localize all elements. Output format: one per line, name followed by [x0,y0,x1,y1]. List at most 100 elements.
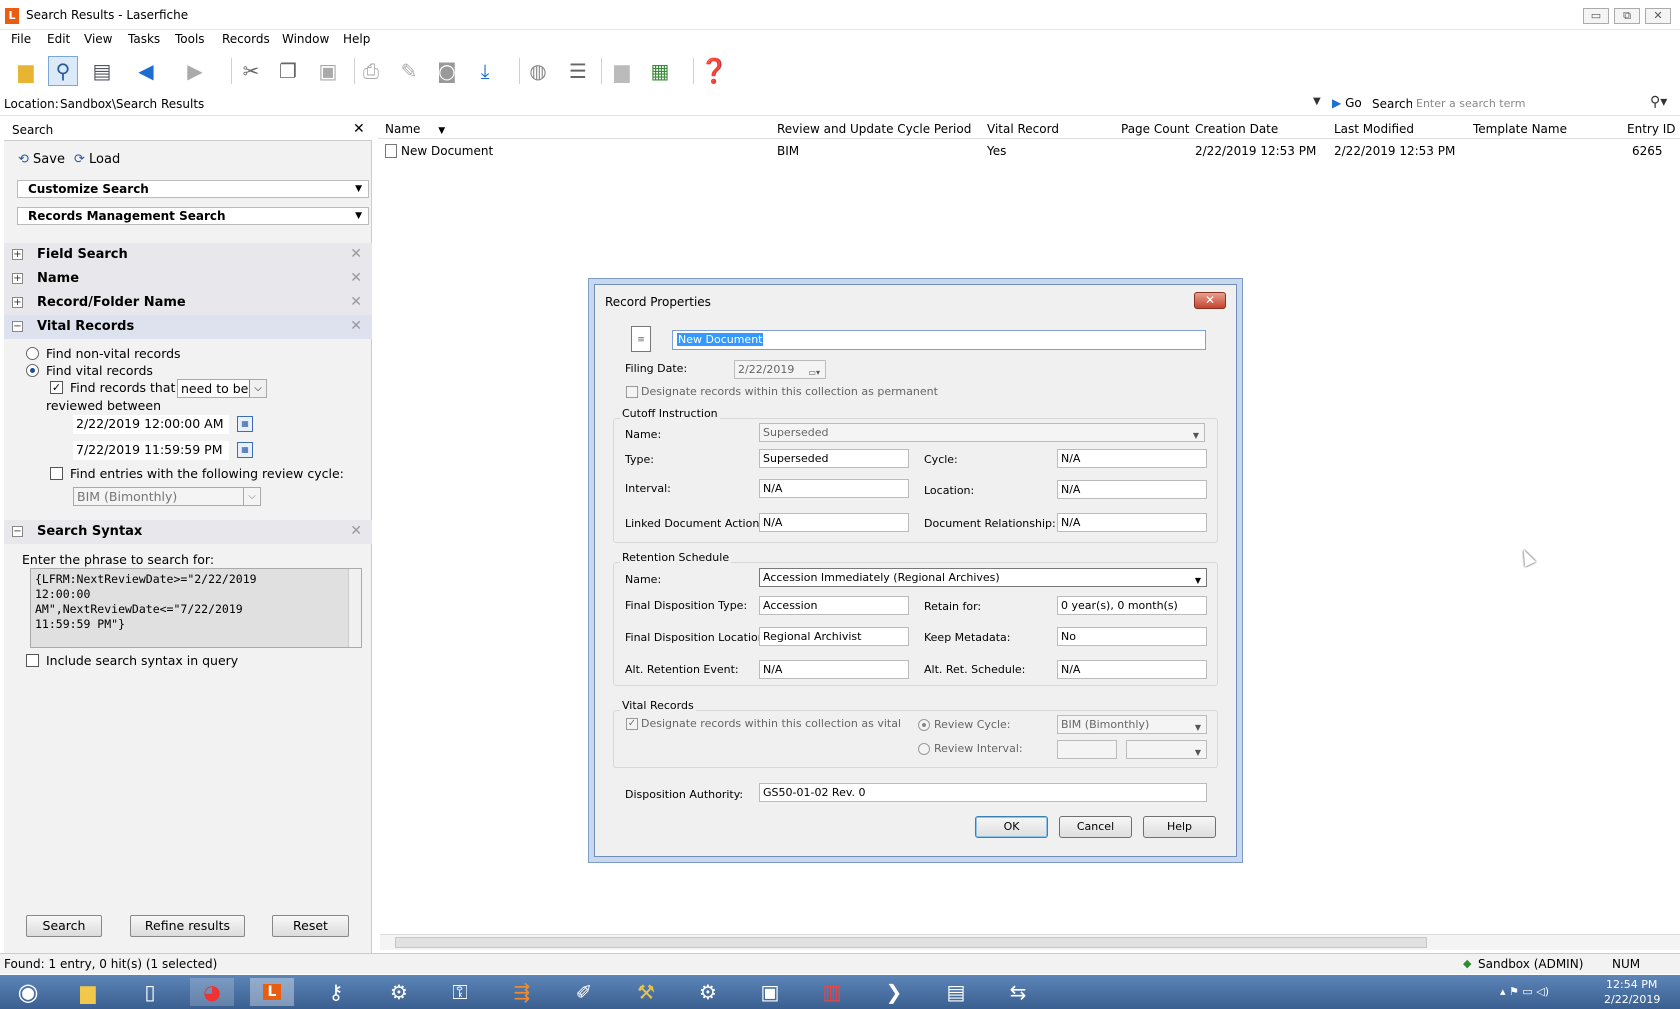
include-syntax-checkbox[interactable] [26,654,39,667]
scissors-icon[interactable]: ✂ [236,56,266,86]
folder-icon[interactable]: ▆ [11,56,41,86]
clock-time[interactable]: 12:54 PM [1606,978,1657,991]
quick-fields-icon[interactable]: ✐ [562,978,606,1006]
close-window-button[interactable]: ✕ [1645,8,1671,24]
refine-results-button[interactable]: Refine results [130,915,245,937]
tray-icons[interactable]: ▴ ⚑ ▭ ◁) [1500,985,1549,998]
camera-icon[interactable]: ◙ [432,56,462,86]
end-date-input[interactable]: 7/22/2019 11:59:59 PM [73,441,229,460]
column-page-count[interactable]: Page Count [1121,122,1190,136]
fields-icon[interactable]: ☰ [563,56,593,86]
column-vital-record[interactable]: Vital Record [987,122,1059,136]
menu-help[interactable]: Help [343,32,370,46]
section-record-folder-name[interactable]: + Record/Folder Name ✕ [4,291,372,315]
menu-window[interactable]: Window [282,32,329,46]
menu-file[interactable]: File [11,32,31,46]
ok-button[interactable]: OK [975,816,1048,838]
calendar-icon[interactable]: ▦ [237,416,253,432]
review-interval-radio[interactable] [918,743,930,755]
syntax-scrollbar[interactable] [348,569,361,647]
network-icon[interactable]: ▣ [748,978,792,1006]
filing-date-input[interactable]: 2/22/2019 ▭▾ [734,360,826,379]
column-creation-date[interactable]: Creation Date [1195,122,1278,136]
close-icon[interactable]: ✕ [350,294,362,310]
syntax-textarea[interactable]: {LFRM:NextReviewDate>="2/22/2019 12:00:0… [30,568,362,648]
search-icon[interactable]: ⚲ [48,56,78,86]
review-cycle-select[interactable]: BIM (Bimonthly) ▼ [1057,715,1207,734]
save-button[interactable]: ⟲ Save [18,152,65,167]
load-button[interactable]: ⟳ Load [74,152,120,167]
permanent-checkbox[interactable] [626,386,638,398]
column-last-modified[interactable]: Last Modified [1334,122,1414,136]
menu-tasks[interactable]: Tasks [128,32,160,46]
file-explorer-icon[interactable]: ▆ [66,978,110,1006]
close-icon[interactable]: ✕ [1194,292,1226,309]
retention-name-select[interactable]: Accession Immediately (Regional Archives… [759,568,1207,587]
keys-icon[interactable]: ⚿ [438,978,482,1006]
thumbnails-icon[interactable]: ▦ [645,56,675,86]
remote-desktop-icon[interactable]: ▤ [934,978,978,1006]
menu-view[interactable]: View [84,32,112,46]
row-name[interactable]: New Document [401,144,493,158]
review-interval-input[interactable] [1057,740,1117,759]
find-records-checkbox[interactable]: ✓ [50,381,63,394]
back-arrow-icon[interactable]: ◀ [131,56,161,86]
menu-records[interactable]: Records [222,32,270,46]
need-to-be-select[interactable]: need to be ⌵ [177,379,267,398]
collapse-icon[interactable]: − [12,321,23,332]
help-button[interactable]: Help [1143,816,1216,838]
menu-edit[interactable]: Edit [47,32,70,46]
close-icon[interactable]: ✕ [353,121,365,137]
location-path[interactable]: Sandbox\Search Results [60,97,204,111]
column-entry-id[interactable]: Entry ID [1627,122,1676,136]
browse-panel-icon[interactable]: ▤ [87,56,117,86]
document-name-input[interactable]: New Document [672,330,1206,350]
calendar-icon[interactable]: ▦ [237,442,253,458]
teamviewer-icon[interactable]: ⇆ [996,978,1040,1006]
expand-icon[interactable]: + [12,297,23,308]
tools-icon[interactable]: ⚒ [624,978,668,1006]
designate-vital-checkbox[interactable]: ✓ [626,718,638,730]
table-row[interactable] [378,140,1680,160]
records-management-search-dropdown[interactable]: Records Management Search ▼ [17,207,369,225]
minimize-button[interactable]: ▭ [1583,8,1609,24]
clock-date[interactable]: 2/22/2019 [1604,993,1660,1006]
review-cycle-checkbox[interactable] [50,467,63,480]
go-button[interactable]: ▶ Go [1332,96,1362,110]
close-icon[interactable]: ✕ [350,523,362,539]
collapse-icon[interactable]: − [12,526,23,537]
start-date-input[interactable]: 2/22/2019 12:00:00 AM [73,415,229,434]
close-icon[interactable]: ✕ [350,246,362,262]
column-name[interactable]: Name ▼ [385,122,445,136]
laserfiche-taskbar-icon[interactable]: L [250,978,294,1006]
review-interval-unit-select[interactable]: ▼ [1126,740,1207,759]
gear-icon[interactable]: ⚙ [377,978,421,1006]
scrollbar-thumb[interactable] [395,937,1427,948]
customize-search-dropdown[interactable]: Customize Search ▼ [17,180,369,198]
chrome-icon[interactable]: ◕ [190,978,234,1006]
expand-icon[interactable]: + [12,273,23,284]
admin-tool-icon[interactable]: ⚷ [314,978,358,1006]
metadata-icon[interactable]: ◍ [523,56,553,86]
copy-icon[interactable]: ❐ [273,56,303,86]
restore-button[interactable]: ⧉ [1614,8,1640,24]
archive-icon[interactable]: ▥ [810,978,854,1006]
section-search-syntax[interactable]: − Search Syntax ✕ [4,520,372,544]
review-cycle-select[interactable]: BIM (Bimonthly) ⌵ [73,487,261,506]
pen-icon[interactable]: ✎ [394,56,424,86]
section-field-search[interactable]: + Field Search ✕ [4,243,372,267]
close-icon[interactable]: ✕ [350,318,362,334]
help-icon[interactable]: ❓ [699,56,729,86]
paste-icon[interactable]: ▣ [313,56,343,86]
print-icon[interactable]: ⎙ [356,56,386,86]
cancel-button[interactable]: Cancel [1059,816,1132,838]
section-name[interactable]: + Name ✕ [4,267,372,291]
forward-arrow-icon[interactable]: ▶ [180,56,210,86]
workflow-icon[interactable]: ⇶ [500,978,544,1006]
non-vital-radio[interactable] [26,347,39,360]
expand-icon[interactable]: + [12,249,23,260]
folder-icon[interactable]: ▆ [607,56,637,86]
column-review-cycle[interactable]: Review and Update Cycle Period [777,122,971,136]
cutoff-name-select[interactable]: Superseded ▼ [759,423,1205,442]
chevron-down-icon[interactable]: ▼ [1313,96,1321,107]
